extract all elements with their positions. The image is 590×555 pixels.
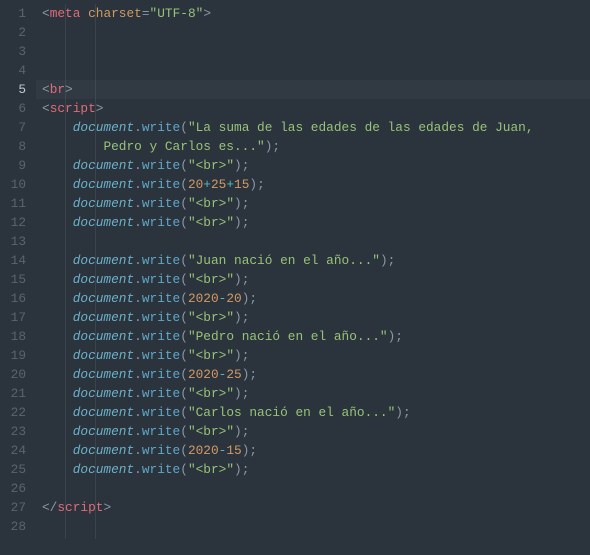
- line-number: 11: [0, 194, 26, 213]
- line-number: 13: [0, 232, 26, 251]
- line-number-gutter: 1 2 3 4 5 6 7 8 9 10 11 12 13 14 15 16 1…: [0, 4, 36, 539]
- line-number: 4: [0, 61, 26, 80]
- code-line[interactable]: document.write("<br>");: [42, 270, 590, 289]
- line-number: 25: [0, 460, 26, 479]
- code-line[interactable]: [42, 232, 590, 251]
- line-number: 19: [0, 346, 26, 365]
- line-number: 24: [0, 441, 26, 460]
- line-number: 27: [0, 498, 26, 517]
- code-line[interactable]: </script>: [42, 498, 590, 517]
- code-line[interactable]: [42, 23, 590, 42]
- line-number: 9: [0, 156, 26, 175]
- line-number: 5: [0, 80, 26, 99]
- line-number: 1: [0, 4, 26, 23]
- line-number: 20: [0, 365, 26, 384]
- line-number: 22: [0, 403, 26, 422]
- code-line[interactable]: <script>: [42, 99, 590, 118]
- code-line[interactable]: document.write("<br>");: [42, 213, 590, 232]
- line-number: 6: [0, 99, 26, 118]
- line-number: 7: [0, 118, 26, 137]
- code-line[interactable]: document.write("<br>");: [42, 384, 590, 403]
- line-number: 21: [0, 384, 26, 403]
- code-line[interactable]: document.write("<br>");: [42, 460, 590, 479]
- code-line[interactable]: document.write(2020-25);: [42, 365, 590, 384]
- code-line[interactable]: [42, 42, 590, 61]
- code-line[interactable]: document.write("<br>");: [42, 308, 590, 327]
- code-line[interactable]: document.write("<br>");: [42, 194, 590, 213]
- code-line[interactable]: Pedro y Carlos es...");: [42, 137, 590, 156]
- line-number: 2: [0, 23, 26, 42]
- line-number: 8: [0, 137, 26, 156]
- code-area[interactable]: <meta charset="UTF-8"> <br> <script> doc…: [36, 4, 590, 539]
- code-line[interactable]: <meta charset="UTF-8">: [42, 4, 590, 23]
- line-number: 17: [0, 308, 26, 327]
- code-line[interactable]: document.write(2020-15);: [42, 441, 590, 460]
- code-line[interactable]: document.write("<br>");: [42, 156, 590, 175]
- line-number: 14: [0, 251, 26, 270]
- line-number: 23: [0, 422, 26, 441]
- code-line[interactable]: <br>: [42, 80, 590, 99]
- line-number: 12: [0, 213, 26, 232]
- line-number: 18: [0, 327, 26, 346]
- code-line[interactable]: [42, 479, 590, 498]
- code-line[interactable]: document.write("La suma de las edades de…: [42, 118, 590, 137]
- code-line[interactable]: document.write(2020-20);: [42, 289, 590, 308]
- code-line[interactable]: [42, 61, 590, 80]
- code-line[interactable]: document.write("Pedro nació en el año...…: [42, 327, 590, 346]
- line-number: 16: [0, 289, 26, 308]
- code-line[interactable]: document.write("<br>");: [42, 422, 590, 441]
- line-number: 3: [0, 42, 26, 61]
- code-line[interactable]: [42, 517, 590, 536]
- code-line[interactable]: document.write("<br>");: [42, 346, 590, 365]
- line-number: 15: [0, 270, 26, 289]
- code-line[interactable]: document.write("Carlos nació en el año..…: [42, 403, 590, 422]
- code-editor[interactable]: 1 2 3 4 5 6 7 8 9 10 11 12 13 14 15 16 1…: [0, 0, 590, 539]
- line-number: 26: [0, 479, 26, 498]
- line-number: 10: [0, 175, 26, 194]
- line-number: 28: [0, 517, 26, 536]
- code-line[interactable]: document.write("Juan nació en el año..."…: [42, 251, 590, 270]
- code-line[interactable]: document.write(20+25+15);: [42, 175, 590, 194]
